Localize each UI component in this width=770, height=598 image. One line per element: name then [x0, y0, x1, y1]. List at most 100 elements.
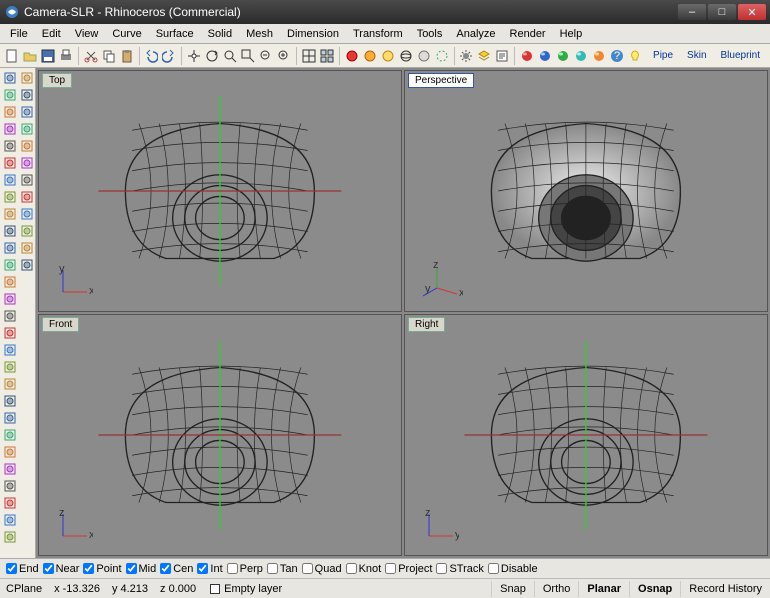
- join-tool-icon[interactable]: [19, 70, 35, 86]
- rotate-view-icon[interactable]: [204, 46, 220, 66]
- loft-tool-icon[interactable]: [2, 512, 18, 528]
- toolbar-link-pipe[interactable]: Pipe: [647, 50, 679, 61]
- undo-icon[interactable]: [143, 46, 159, 66]
- osnap-perp[interactable]: Perp: [227, 563, 263, 575]
- osnap-disable[interactable]: Disable: [488, 563, 538, 575]
- extrude-tool-icon[interactable]: [2, 461, 18, 477]
- curve-tool-icon[interactable]: [2, 172, 18, 188]
- four-view-icon[interactable]: [319, 46, 335, 66]
- zoom-selected-icon[interactable]: [276, 46, 292, 66]
- sphere-orange-icon[interactable]: [591, 46, 607, 66]
- sphere-red-icon[interactable]: [519, 46, 535, 66]
- cut-icon[interactable]: [83, 46, 99, 66]
- cone-tool-icon[interactable]: [2, 393, 18, 409]
- tip-icon[interactable]: [627, 46, 643, 66]
- toolbar-link-blueprint[interactable]: Blueprint: [715, 50, 766, 61]
- osnap-knot[interactable]: Knot: [346, 563, 382, 575]
- osnap-point-checkbox[interactable]: [83, 563, 94, 574]
- sphere-cyan-icon[interactable]: [573, 46, 589, 66]
- maximize-button[interactable]: □: [708, 4, 736, 20]
- polyline-tool-icon[interactable]: [2, 155, 18, 171]
- layers-icon[interactable]: [476, 46, 492, 66]
- sphere-tool-icon[interactable]: [2, 359, 18, 375]
- osnap-tan-checkbox[interactable]: [267, 563, 278, 574]
- status-toggle-snap[interactable]: Snap: [491, 581, 534, 597]
- trim-tool-icon[interactable]: [19, 87, 35, 103]
- osnap-near[interactable]: Near: [43, 563, 80, 575]
- pipe-tool-icon[interactable]: [2, 444, 18, 460]
- osnap-int-checkbox[interactable]: [197, 563, 208, 574]
- osnap-point[interactable]: Point: [83, 563, 121, 575]
- pointer-tool-icon[interactable]: [2, 70, 18, 86]
- viewport-right[interactable]: Rightyz: [404, 314, 768, 556]
- cylinder-tool-icon[interactable]: [2, 376, 18, 392]
- menu-curve[interactable]: Curve: [106, 26, 147, 42]
- menu-analyze[interactable]: Analyze: [450, 26, 501, 42]
- osnap-strack[interactable]: STrack: [436, 563, 483, 575]
- split-tool-icon[interactable]: [19, 104, 35, 120]
- osnap-knot-checkbox[interactable]: [346, 563, 357, 574]
- viewport-label-right[interactable]: Right: [408, 317, 445, 332]
- menu-transform[interactable]: Transform: [347, 26, 409, 42]
- status-toggle-planar[interactable]: Planar: [578, 581, 629, 597]
- menu-tools[interactable]: Tools: [411, 26, 449, 42]
- circle-select-tool-icon[interactable]: [2, 121, 18, 137]
- scale-tool-icon[interactable]: [19, 206, 35, 222]
- osnap-mid[interactable]: Mid: [126, 563, 157, 575]
- point-tool-icon[interactable]: [2, 308, 18, 324]
- minimize-button[interactable]: –: [678, 4, 706, 20]
- options-icon[interactable]: [458, 46, 474, 66]
- viewport-label-front[interactable]: Front: [42, 317, 79, 332]
- render-icon[interactable]: [362, 46, 378, 66]
- polygon-tool-icon[interactable]: [2, 257, 18, 273]
- arc-tool-icon[interactable]: [2, 189, 18, 205]
- save-icon[interactable]: [40, 46, 56, 66]
- osnap-tan[interactable]: Tan: [267, 563, 298, 575]
- viewport-label-perspective[interactable]: Perspective: [408, 73, 474, 88]
- fillet-tool-icon[interactable]: [19, 121, 35, 137]
- osnap-cen-checkbox[interactable]: [160, 563, 171, 574]
- menu-file[interactable]: File: [4, 26, 34, 42]
- lasso-tool-icon[interactable]: [2, 87, 18, 103]
- status-toggle-record-history[interactable]: Record History: [680, 581, 770, 597]
- tube-tool-icon[interactable]: [2, 427, 18, 443]
- wireframe-icon[interactable]: [398, 46, 414, 66]
- pan-icon[interactable]: [186, 46, 202, 66]
- pointcloud-tool-icon[interactable]: [2, 325, 18, 341]
- dimension-tool-icon[interactable]: [2, 291, 18, 307]
- osnap-strack-checkbox[interactable]: [436, 563, 447, 574]
- menu-render[interactable]: Render: [504, 26, 552, 42]
- paste-icon[interactable]: [119, 46, 135, 66]
- chamfer-tool-icon[interactable]: [19, 138, 35, 154]
- osnap-quad[interactable]: Quad: [302, 563, 342, 575]
- menu-dimension[interactable]: Dimension: [281, 26, 345, 42]
- menu-view[interactable]: View: [69, 26, 105, 42]
- shade-icon[interactable]: [344, 46, 360, 66]
- torus-tool-icon[interactable]: [2, 410, 18, 426]
- status-cplane[interactable]: CPlane: [6, 583, 42, 595]
- osnap-project-checkbox[interactable]: [385, 563, 396, 574]
- xray-icon[interactable]: [434, 46, 450, 66]
- revolve-tool-icon[interactable]: [2, 478, 18, 494]
- new-icon[interactable]: [4, 46, 20, 66]
- osnap-end-checkbox[interactable]: [6, 563, 17, 574]
- close-button[interactable]: ✕: [738, 4, 766, 20]
- osnap-mid-checkbox[interactable]: [126, 563, 137, 574]
- osnap-near-checkbox[interactable]: [43, 563, 54, 574]
- osnap-cen[interactable]: Cen: [160, 563, 193, 575]
- text-tool-icon[interactable]: [2, 274, 18, 290]
- osnap-disable-checkbox[interactable]: [488, 563, 499, 574]
- osnap-project[interactable]: Project: [385, 563, 432, 575]
- copy-obj-tool-icon[interactable]: [19, 257, 35, 273]
- viewport-top[interactable]: Topxy: [38, 70, 402, 312]
- print-icon[interactable]: [58, 46, 74, 66]
- array-tool-icon[interactable]: [19, 223, 35, 239]
- viewport-front[interactable]: Frontxz: [38, 314, 402, 556]
- viewport-label-top[interactable]: Top: [42, 73, 72, 88]
- sweep-tool-icon[interactable]: [2, 495, 18, 511]
- rotate-tool-icon[interactable]: [19, 189, 35, 205]
- zoom-previous-icon[interactable]: [258, 46, 274, 66]
- blend-tool-icon[interactable]: [2, 529, 18, 545]
- redo-icon[interactable]: [161, 46, 177, 66]
- ellipse-tool-icon[interactable]: [2, 240, 18, 256]
